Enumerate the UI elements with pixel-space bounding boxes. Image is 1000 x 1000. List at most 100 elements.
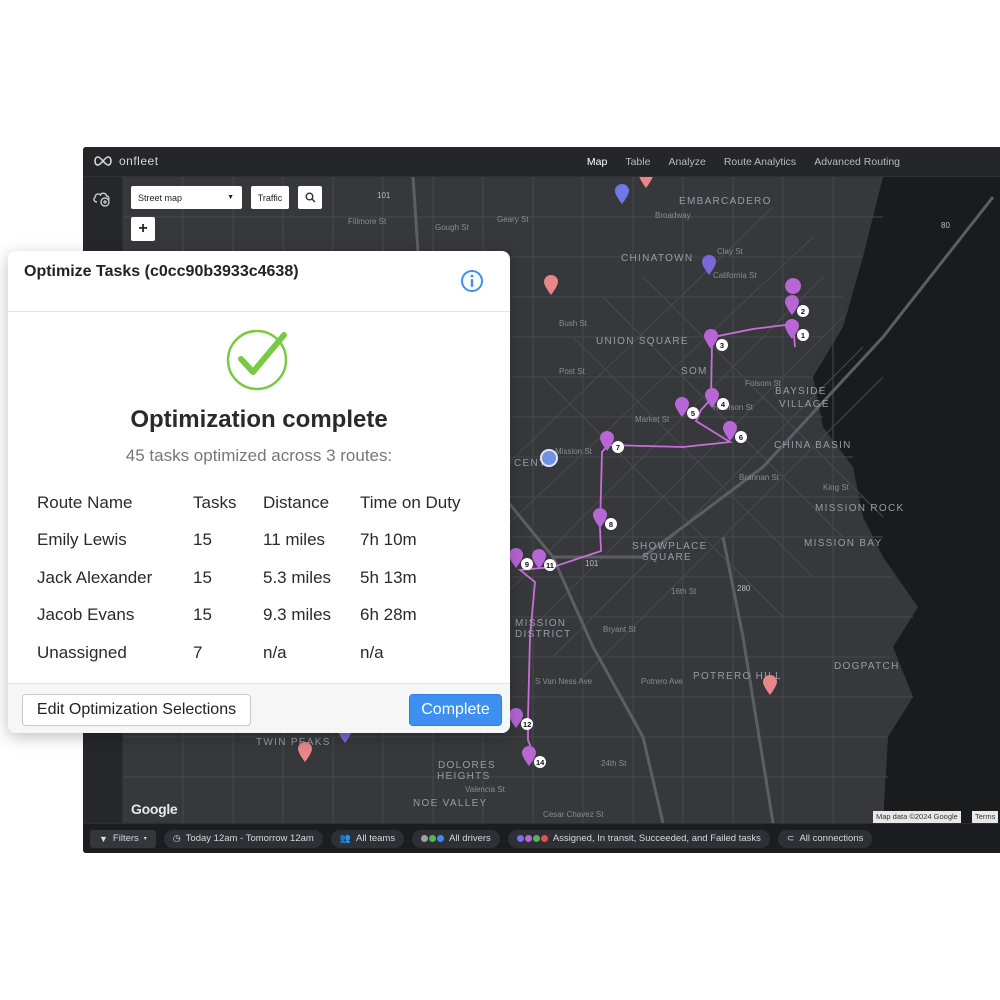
stop-number-badge: 5 [687, 407, 699, 419]
stop-number-badge: 11 [544, 559, 556, 571]
area-label: UNION SQUARE [596, 336, 689, 347]
clock-icon: ◷ [172, 833, 181, 843]
task-pin[interactable] [297, 741, 313, 763]
google-logo: Google [131, 801, 178, 817]
map-marker-icon [639, 177, 653, 188]
map-type-select[interactable]: Street map ▼ [131, 186, 242, 209]
column-header: Tasks [193, 492, 237, 512]
highway-shield: 280 [737, 584, 751, 593]
route-name: Unassigned [37, 642, 127, 662]
area-label: SQUARE [642, 552, 693, 563]
stop-number-badge: 8 [605, 518, 617, 530]
area-label: CHINA BASIN [774, 440, 852, 451]
task-pin[interactable] [543, 274, 559, 296]
street-label: Geary St [497, 215, 529, 224]
infinity-logo-icon [94, 156, 112, 166]
filter-icon: ▼ [99, 833, 108, 844]
area-label: EMBARCADERO [679, 196, 772, 207]
stop-number-badge: 3 [716, 339, 728, 351]
main-nav: Map Table Analyze Route Analytics Advanc… [587, 147, 900, 177]
street-label: Gough St [435, 223, 469, 232]
area-label: CHINATOWN [621, 253, 694, 264]
street-label: Potrero Ave [641, 677, 683, 686]
filters-label: Filters [112, 833, 139, 844]
filters-button[interactable]: ▼ Filters ▾ [90, 829, 156, 848]
optimization-summary: 45 tasks optimized across 3 routes: [125, 446, 393, 465]
highway-shield: 101 [377, 191, 391, 200]
teams-filter-label: All teams [356, 833, 396, 844]
table-row: Emily Lewis 15 11 miles 7h 10m [37, 522, 487, 560]
area-label: DOGPATCH [834, 661, 900, 672]
nav-table[interactable]: Table [625, 156, 650, 168]
street-label: Clay St [717, 247, 743, 256]
street-label: King St [823, 483, 849, 492]
area-label: MISSION ROCK [815, 503, 905, 514]
teams-filter-chip[interactable]: 👥 All teams [330, 829, 405, 848]
street-label: S Van Ness Ave [535, 677, 593, 686]
map-search-button[interactable] [298, 186, 322, 209]
column-header: Time on Duty [360, 492, 461, 512]
nav-advanced-routing[interactable]: Advanced Routing [814, 156, 900, 168]
stop-number-badge: 1 [797, 329, 809, 341]
nav-map[interactable]: Map [587, 156, 607, 168]
area-label: SHOWPLACE [632, 541, 708, 552]
route-tasks: 15 [193, 530, 212, 550]
map-type-value: Street map [138, 192, 183, 203]
map-marker-icon [763, 675, 777, 695]
zoom-in-button[interactable]: + [131, 217, 155, 241]
route-distance: 9.3 miles [263, 605, 332, 625]
street-label: 16th St [671, 587, 697, 596]
check-circle-icon [226, 329, 288, 391]
task-pin[interactable] [701, 254, 717, 276]
stop-number-badge: 6 [735, 431, 747, 443]
complete-button[interactable]: Complete [409, 694, 502, 726]
connection-icon: ⊂ [786, 833, 795, 843]
map-attribution[interactable]: Map data ©2024 Google [873, 811, 961, 823]
nav-route-analytics[interactable]: Route Analytics [724, 156, 796, 168]
task-pin[interactable] [638, 177, 654, 189]
tasks-filter-chip[interactable]: Assigned, In transit, Succeeded, and Fai… [507, 829, 770, 848]
street-label: Post St [559, 367, 585, 376]
table-row: Jacob Evans 15 9.3 miles 6h 28m [37, 597, 487, 635]
area-label: VILLAGE [779, 399, 830, 410]
task-pin[interactable] [762, 674, 778, 696]
task-pin[interactable] [614, 183, 630, 205]
cloud-add-icon[interactable] [91, 187, 113, 209]
table-row: Jack Alexander 15 5.3 miles 5h 13m [37, 559, 487, 597]
onfleet-logo[interactable]: onfleet [93, 154, 159, 168]
drivers-filter-chip[interactable]: All drivers [412, 829, 500, 848]
traffic-button[interactable]: Traffic [251, 186, 289, 209]
logo-text: onfleet [119, 154, 159, 168]
stop-number-badge: 7 [612, 441, 624, 453]
route-distance: 11 miles [263, 530, 326, 550]
dialog-footer: Edit Optimization Selections Complete [8, 683, 510, 733]
driver-status-dots-icon [421, 835, 445, 842]
street-label: Broadway [655, 211, 691, 220]
time-filter-chip[interactable]: ◷ Today 12am - Tomorrow 12am [163, 829, 323, 848]
street-label: Folsom St [745, 379, 782, 388]
caret-down-icon: ▼ [227, 194, 234, 201]
route-tasks: 15 [193, 567, 212, 587]
street-label: Brannan St [739, 473, 780, 482]
street-label: Market St [635, 415, 670, 424]
connections-filter-chip[interactable]: ⊂ All connections [777, 829, 873, 848]
terms-link[interactable]: Terms [972, 811, 999, 823]
highway-shield: 80 [941, 221, 950, 230]
map-marker-icon [544, 275, 558, 295]
edit-optimization-selections-button[interactable]: Edit Optimization Selections [22, 694, 251, 726]
time-filter-label: Today 12am - Tomorrow 12am [185, 833, 314, 844]
info-icon[interactable] [460, 269, 484, 293]
area-label: TWIN PEAKS [256, 737, 331, 748]
route-pins [785, 278, 802, 294]
area-label: NOE VALLEY [413, 798, 488, 809]
chevron-down-icon: ▾ [143, 836, 147, 842]
location-marker-icon[interactable] [540, 449, 558, 467]
route-tasks: 7 [193, 642, 203, 662]
top-bar: onfleet Map Table Analyze Route Analytic… [83, 147, 1000, 177]
route-time: 5h 13m [360, 567, 417, 587]
table-header-row: Route Name Tasks Distance Time on Duty [37, 484, 487, 522]
nav-analyze[interactable]: Analyze [668, 156, 705, 168]
area-label: HEIGHTS [437, 771, 491, 782]
street-label: Bryant St [603, 625, 636, 634]
column-header: Route Name [37, 492, 133, 512]
